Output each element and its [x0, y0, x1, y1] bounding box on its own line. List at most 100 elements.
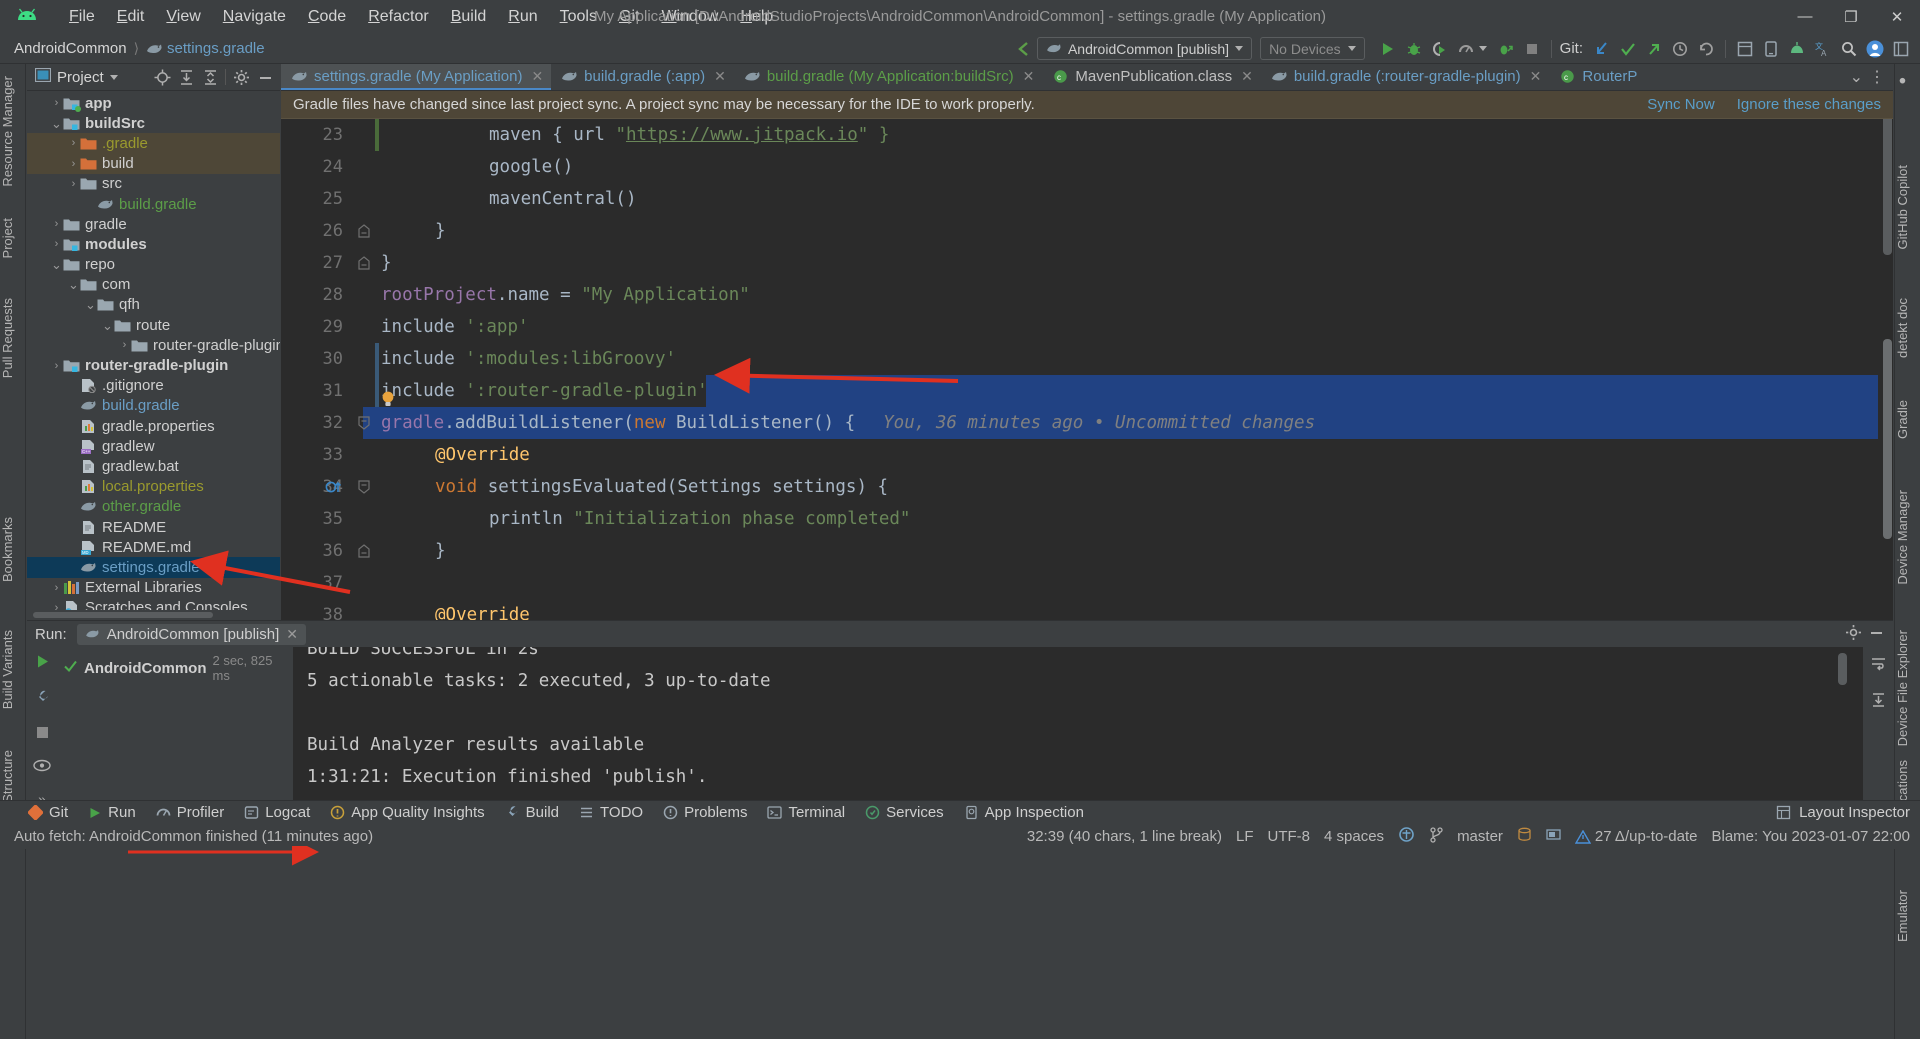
chevron-icon[interactable]: › [50, 582, 63, 594]
code-line[interactable]: 23 maven { url " https://www.jitpack.io " } [281, 119, 1893, 151]
tree-node[interactable]: › External Libraries [27, 578, 280, 598]
editor-tab[interactable]: build.gradle (:router-gradle-plugin) ✕ [1261, 64, 1550, 90]
tree-node[interactable]: gradlew.bat [27, 456, 280, 476]
code-line[interactable]: 29 include ':app' [281, 311, 1893, 343]
code-line[interactable]: 34 void settingsEvaluated(Settings settin… [281, 471, 1893, 503]
project-tree-hscrollbar[interactable] [27, 610, 280, 620]
tree-node[interactable]: › app [27, 93, 280, 113]
menu-item-code[interactable]: Code [297, 5, 357, 29]
wrench-icon[interactable] [34, 689, 51, 711]
code-line[interactable]: 28 rootProject .name = "My Application" [281, 279, 1893, 311]
code-fold-icon[interactable] [353, 215, 375, 247]
translate-icon[interactable]: 文A [1810, 36, 1836, 62]
soft-wrap-icon[interactable] [1870, 655, 1887, 677]
tool-window-notifications-top[interactable]: ● [1895, 68, 1920, 95]
close-button[interactable]: ✕ [1874, 0, 1920, 33]
chevron-down-icon[interactable] [1478, 46, 1487, 51]
code-line[interactable]: 24 google() [281, 151, 1893, 183]
tool-window-project[interactable]: Project [0, 212, 26, 264]
chevron-icon[interactable]: › [50, 97, 63, 109]
chevron-icon[interactable]: ⌄ [67, 278, 80, 291]
code-line[interactable]: 36} [281, 535, 1893, 567]
chevron-icon[interactable]: ⌄ [50, 117, 63, 130]
tree-node[interactable]: other.gradle [27, 497, 280, 517]
editor-tab[interactable]: build.gradle (My Application:buildSrc) ✕ [734, 64, 1043, 90]
tree-node[interactable]: .gitignore [27, 376, 280, 396]
git-update-icon[interactable] [1589, 36, 1615, 62]
chevron-icon[interactable]: › [50, 602, 63, 610]
settings-icon[interactable] [1888, 36, 1914, 62]
tree-node[interactable]: › modules [27, 234, 280, 254]
tree-node[interactable]: ⌄ com [27, 275, 280, 295]
bottom-tab-app-quality-insights[interactable]: App Quality Insights [322, 802, 492, 823]
close-icon[interactable]: ✕ [1023, 68, 1035, 85]
menu-item-run[interactable]: Run [497, 5, 548, 29]
intention-bulb-icon[interactable] [380, 389, 396, 409]
bottom-tab-todo[interactable]: TODO [571, 802, 651, 823]
tool-window-github-copilot[interactable]: GitHub Copilot [1895, 159, 1920, 256]
memory-indicator-icon[interactable] [1546, 827, 1561, 846]
code-line[interactable]: 25 mavenCentral() [281, 183, 1893, 215]
file-encoding[interactable]: UTF-8 [1268, 828, 1311, 845]
chevron-icon[interactable]: › [50, 360, 63, 372]
tree-node[interactable]: build.gradle [27, 194, 280, 214]
caret-position[interactable]: 32:39 (40 chars, 1 line break) [1027, 828, 1222, 845]
menu-item-view[interactable]: View [155, 5, 211, 29]
bottom-tab-logcat[interactable]: Logcat [236, 802, 318, 823]
run-coverage-icon[interactable] [1427, 36, 1453, 62]
debug-icon[interactable] [1401, 36, 1427, 62]
tree-node[interactable]: › gradle [27, 214, 280, 234]
avatar-icon[interactable] [1862, 36, 1888, 62]
code-line[interactable]: 30 include ':modules:libGroovy' [281, 343, 1893, 375]
menu-item-refactor[interactable]: Refactor [357, 5, 439, 29]
chevron-icon[interactable]: › [67, 158, 80, 170]
bottom-tab-build[interactable]: Build [497, 802, 567, 823]
run-icon[interactable] [1375, 36, 1401, 62]
chevron-icon[interactable]: › [118, 339, 131, 351]
tree-node[interactable]: › build [27, 153, 280, 174]
tree-node[interactable]: ⌄ route [27, 315, 280, 335]
tool-window-device-file-explorer[interactable]: Device File Explorer [1895, 624, 1920, 752]
code-line[interactable]: 31 include ':router-gradle-plugin' [281, 375, 1893, 407]
layout-editor-icon[interactable] [1732, 36, 1758, 62]
device-manager-icon[interactable] [1758, 36, 1784, 62]
editor-tab[interactable]: build.gradle (:app) ✕ [551, 64, 734, 90]
menu-item-navigate[interactable]: Navigate [212, 5, 297, 29]
bottom-tab-services[interactable]: Services [857, 802, 952, 823]
editor-tabs[interactable]: settings.gradle (My Application) ✕ build.g… [281, 64, 1893, 91]
sdk-manager-icon[interactable] [1784, 36, 1810, 62]
tool-window-build-variants[interactable]: Build Variants [0, 624, 26, 715]
chevron-down-icon[interactable]: ⌄ [1850, 67, 1863, 87]
bottom-tab-problems[interactable]: Problems [655, 802, 755, 823]
bottom-tab-git[interactable]: Git [20, 802, 76, 823]
editor-tab[interactable]: c RouterP [1549, 64, 1645, 90]
collapse-all-icon[interactable] [199, 66, 221, 88]
tool-window-resource-manager[interactable]: Resource Manager [0, 70, 26, 193]
run-console-output[interactable]: BUILD SUCCESSFUL in 2s 5 actionable tasks… [293, 647, 1863, 800]
ignore-changes-link[interactable]: Ignore these changes [1737, 96, 1881, 113]
menu-item-file[interactable]: File [58, 5, 106, 29]
close-icon[interactable]: ✕ [1530, 68, 1542, 85]
tree-node[interactable]: ⌄ repo [27, 255, 280, 275]
tree-node[interactable]: ⌄ qfh [27, 295, 280, 315]
tree-node[interactable]: settings.gradle [27, 557, 280, 578]
editor-vertical-scrollbar-2[interactable] [1883, 339, 1892, 539]
close-icon[interactable]: ✕ [531, 68, 543, 85]
tool-window-gradle[interactable]: Gradle [1895, 394, 1920, 445]
tool-window-detekt-doc[interactable]: detekt doc [1895, 292, 1920, 364]
code-line[interactable]: 33 @Override [281, 439, 1893, 471]
close-icon[interactable]: ✕ [286, 626, 298, 643]
error-stripe[interactable] [1878, 91, 1893, 620]
chevron-icon[interactable]: › [50, 238, 63, 250]
tree-node[interactable]: › router-gradle-plugin [27, 355, 280, 375]
bottom-tab-run[interactable]: Run [80, 802, 144, 823]
chevron-icon[interactable]: › [67, 178, 80, 190]
device-selector[interactable]: No Devices [1260, 37, 1365, 60]
tree-node[interactable]: README [27, 517, 280, 537]
locate-icon[interactable] [151, 66, 173, 88]
tool-window-pull-requests[interactable]: Pull Requests [0, 292, 26, 384]
git-branch[interactable]: master [1457, 828, 1503, 845]
breadcrumb-file[interactable]: settings.gradle [167, 40, 265, 57]
eye-icon[interactable] [33, 759, 51, 777]
menu-item-build[interactable]: Build [440, 5, 498, 29]
